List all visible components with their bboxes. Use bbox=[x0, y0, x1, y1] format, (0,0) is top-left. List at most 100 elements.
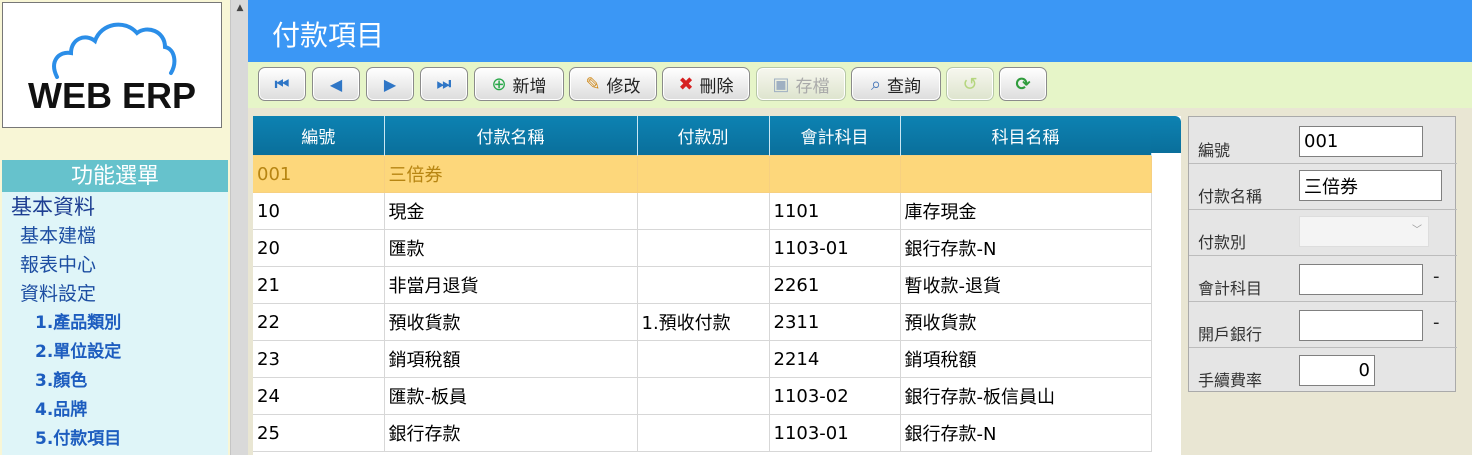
last-record-icon: ⏭ bbox=[436, 74, 452, 93]
cell-payment-name[interactable]: 非當月退貨 bbox=[384, 266, 638, 304]
cell-account[interactable]: 1103-01 bbox=[769, 414, 901, 452]
cell-id[interactable]: 24 bbox=[253, 377, 385, 415]
cell-account[interactable]: 1101 bbox=[769, 192, 901, 230]
chevron-down-icon: ﹀ bbox=[1412, 225, 1422, 236]
column-header-id[interactable]: 編號 bbox=[253, 116, 385, 156]
cell-payment-type[interactable] bbox=[637, 155, 770, 193]
menu-item-basic-setup[interactable]: 基本建檔 bbox=[2, 222, 228, 251]
next-record-button[interactable]: ▶ bbox=[366, 67, 414, 101]
cell-payment-type[interactable] bbox=[637, 414, 770, 452]
save-button[interactable]: ▣ 存檔 bbox=[756, 67, 846, 101]
menu-item-data-settings[interactable]: 資料設定 bbox=[2, 280, 228, 309]
cell-id[interactable]: 25 bbox=[253, 414, 385, 452]
delete-button-label: 刪除 bbox=[699, 76, 734, 97]
cell-id[interactable]: 10 bbox=[253, 192, 385, 230]
add-button[interactable]: ⊕ 新增 bbox=[474, 67, 564, 101]
toolbar: ⏮ ◀ ▶ ⏭ ⊕ 新增 ✎ 修改 ✖ 刪除 ▣ 存檔 ⌕ 查詢 ↺ ⟳ bbox=[248, 62, 1472, 108]
table-row[interactable]: 001 三倍券 bbox=[253, 155, 1152, 193]
cell-payment-name[interactable]: 銷項稅額 bbox=[384, 340, 638, 378]
menu-title: 功能選單 bbox=[2, 160, 228, 192]
payment-type-label: 付款別 bbox=[1198, 233, 1247, 252]
last-record-button[interactable]: ⏭ bbox=[420, 67, 468, 101]
cell-account-name[interactable]: 銷項稅額 bbox=[900, 340, 1152, 378]
cell-payment-type[interactable] bbox=[637, 377, 770, 415]
account-field[interactable] bbox=[1299, 264, 1423, 295]
next-record-icon: ▶ bbox=[383, 74, 397, 94]
column-header-payment-type[interactable]: 付款別 bbox=[637, 116, 770, 156]
cell-account[interactable]: 2261 bbox=[769, 266, 901, 304]
cell-payment-name[interactable]: 預收貨款 bbox=[384, 303, 638, 341]
cell-account-name[interactable]: 銀行存款-N bbox=[900, 414, 1152, 452]
delete-button[interactable]: ✖ 刪除 bbox=[662, 67, 750, 101]
table-row[interactable]: 21 非當月退貨 2261 暫收款-退貨 bbox=[253, 266, 1152, 304]
cell-payment-type[interactable] bbox=[637, 229, 770, 267]
menu-item-brand[interactable]: 4.品牌 bbox=[2, 396, 228, 425]
cell-payment-name[interactable]: 匯款 bbox=[384, 229, 638, 267]
payment-items-table: 編號 付款名稱 付款別 會計科目 科目名稱 001 三倍券 10 現金 1101… bbox=[253, 116, 1152, 452]
cell-payment-name[interactable]: 三倍券 bbox=[384, 155, 638, 193]
payment-type-select[interactable]: ﹀ bbox=[1299, 216, 1429, 247]
table-row[interactable]: 25 銀行存款 1103-01 銀行存款-N bbox=[253, 414, 1152, 452]
cell-id[interactable]: 001 bbox=[253, 155, 385, 193]
column-header-payment-name[interactable]: 付款名稱 bbox=[384, 116, 638, 156]
cell-account-name[interactable]: 庫存現金 bbox=[900, 192, 1152, 230]
cell-account-name[interactable]: 銀行存款-N bbox=[900, 229, 1152, 267]
menu-item-product-category[interactable]: 1.產品類別 bbox=[2, 309, 228, 338]
cell-account-name[interactable]: 預收貨款 bbox=[900, 303, 1152, 341]
fee-rate-label: 手續費率 bbox=[1198, 371, 1263, 390]
cell-payment-name[interactable]: 現金 bbox=[384, 192, 638, 230]
table-row[interactable]: 10 現金 1101 庫存現金 bbox=[253, 192, 1152, 230]
form-row-account: 會計科目 - bbox=[1189, 255, 1457, 302]
bank-field[interactable] bbox=[1299, 310, 1423, 341]
menu-item-color[interactable]: 3.顏色 bbox=[2, 367, 228, 396]
cell-account[interactable]: 1103-01 bbox=[769, 229, 901, 267]
bank-label: 開戶銀行 bbox=[1198, 325, 1263, 344]
cell-payment-type[interactable]: 1.預收付款 bbox=[637, 303, 770, 341]
column-header-account-name[interactable]: 科目名稱 bbox=[900, 116, 1152, 156]
add-icon: ⊕ bbox=[491, 73, 507, 95]
menu-item-unit-settings[interactable]: 2.單位設定 bbox=[2, 338, 228, 367]
menu-item-payment-items[interactable]: 5.付款項目 bbox=[2, 425, 228, 454]
page-header: 付款項目 bbox=[248, 0, 1472, 62]
cell-account[interactable]: 1103-02 bbox=[769, 377, 901, 415]
query-button[interactable]: ⌕ 查詢 bbox=[851, 67, 941, 101]
grid-header-scroll-corner bbox=[1151, 116, 1181, 153]
cell-account-name[interactable] bbox=[900, 155, 1152, 193]
first-record-button[interactable]: ⏮ bbox=[258, 67, 306, 101]
cell-id[interactable]: 21 bbox=[253, 266, 385, 304]
scroll-up-icon[interactable]: ▲ bbox=[231, 0, 249, 16]
cell-id[interactable]: 22 bbox=[253, 303, 385, 341]
cell-account-name[interactable]: 暫收款-退貨 bbox=[900, 266, 1152, 304]
cell-account[interactable] bbox=[769, 155, 901, 193]
form-row-id: 編號 bbox=[1189, 117, 1457, 164]
edit-button[interactable]: ✎ 修改 bbox=[569, 67, 657, 101]
menu-scrollbar[interactable]: ▲ bbox=[230, 0, 249, 455]
table-row[interactable]: 24 匯款-板員 1103-02 銀行存款-板信員山 bbox=[253, 377, 1152, 415]
cell-account[interactable]: 2311 bbox=[769, 303, 901, 341]
save-disk-icon: ▣ bbox=[772, 73, 790, 95]
cell-payment-type[interactable] bbox=[637, 266, 770, 304]
main-area: 付款項目 ⏮ ◀ ▶ ⏭ ⊕新增 ✎修改 ✖刪除 ▣存檔 ⌕查詢 ↺ bbox=[248, 0, 1472, 455]
function-menu: 基本資料 基本建檔 報表中心 資料設定 1.產品類別 2.單位設定 3.顏色 4… bbox=[2, 192, 228, 455]
menu-item-report-center[interactable]: 報表中心 bbox=[2, 251, 228, 280]
table-row[interactable]: 22 預收貨款 1.預收付款 2311 預收貨款 bbox=[253, 303, 1152, 341]
table-row[interactable]: 20 匯款 1103-01 銀行存款-N bbox=[253, 229, 1152, 267]
undo-button[interactable]: ↺ bbox=[946, 67, 994, 101]
column-header-account[interactable]: 會計科目 bbox=[769, 116, 901, 156]
cell-account[interactable]: 2214 bbox=[769, 340, 901, 378]
fee-rate-field[interactable] bbox=[1299, 355, 1375, 386]
cell-id[interactable]: 20 bbox=[253, 229, 385, 267]
payment-name-field[interactable] bbox=[1299, 170, 1442, 201]
cell-payment-type[interactable] bbox=[637, 340, 770, 378]
logo-text: WEB ERP bbox=[27, 75, 196, 116]
cell-id[interactable]: 23 bbox=[253, 340, 385, 378]
refresh-button[interactable]: ⟳ bbox=[999, 67, 1047, 101]
cell-payment-type[interactable] bbox=[637, 192, 770, 230]
table-row[interactable]: 23 銷項稅額 2214 銷項稅額 bbox=[253, 340, 1152, 378]
menu-item-basic-data[interactable]: 基本資料 bbox=[2, 192, 228, 222]
cell-payment-name[interactable]: 匯款-板員 bbox=[384, 377, 638, 415]
previous-record-button[interactable]: ◀ bbox=[312, 67, 360, 101]
cell-payment-name[interactable]: 銀行存款 bbox=[384, 414, 638, 452]
cell-account-name[interactable]: 銀行存款-板信員山 bbox=[900, 377, 1152, 415]
id-field[interactable] bbox=[1299, 126, 1423, 157]
